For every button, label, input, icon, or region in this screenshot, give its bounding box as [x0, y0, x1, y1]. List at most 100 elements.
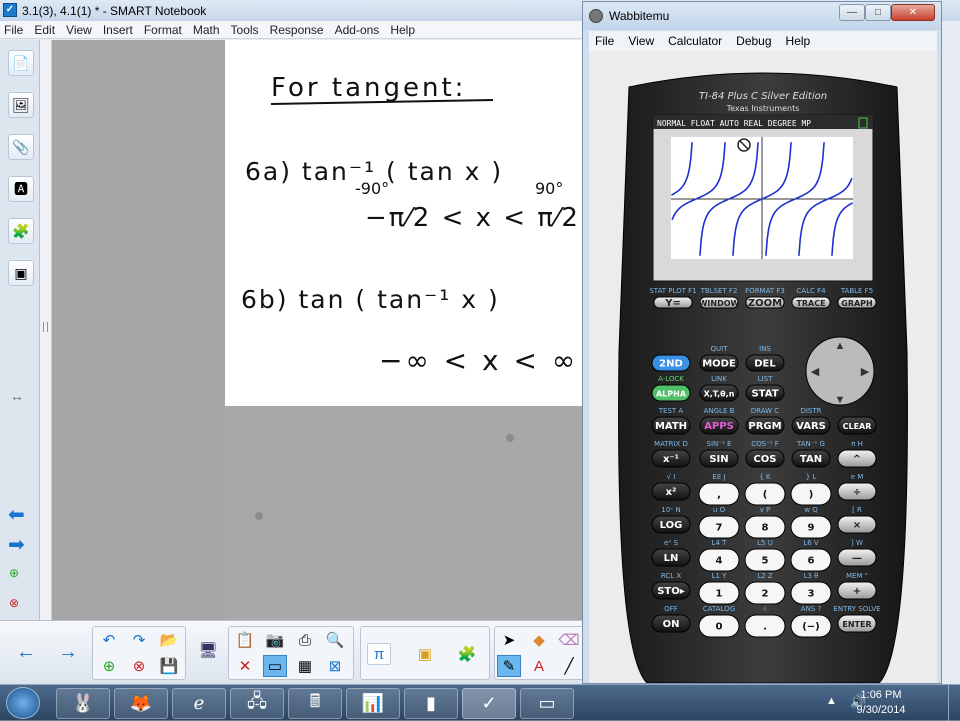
fn-key-1-label: WINDOW	[699, 299, 740, 308]
calculator-area: TI-84 Plus C Silver Edition Texas Instru…	[589, 51, 937, 684]
taskbar-monitor-icon[interactable]: 📊	[346, 688, 400, 719]
select-cursor-icon[interactable]: ➤	[497, 629, 521, 651]
previous-page-icon[interactable]: ⬅	[8, 502, 25, 527]
start-button[interactable]	[6, 687, 40, 719]
redo-icon[interactable]: ↷	[127, 629, 151, 651]
canvas-dot	[255, 512, 263, 520]
shapes-icon[interactable]: ◆	[527, 629, 551, 651]
drawing-tools-group: ➤ ◆ ⌫ ✎ A ╱	[494, 626, 585, 680]
screen-capture-icon[interactable]: 📷	[263, 629, 287, 651]
system-clock[interactable]: 1:06 PM 9/30/2014	[846, 688, 916, 718]
fn-top-label: TBLSET F2	[700, 287, 738, 295]
notebook-app-icon: ✓	[3, 3, 17, 17]
menu-tools[interactable]: Tools	[231, 23, 259, 37]
response-icon[interactable]: ▣	[8, 260, 34, 286]
row5-key-2-label: (	[763, 490, 768, 501]
row4-top-label: COS⁻¹ F	[751, 440, 779, 448]
fn-top-label: CALC F4	[796, 287, 826, 295]
properties-icon[interactable]: 🅰	[8, 176, 34, 202]
delete-page-icon[interactable]: ⊗	[9, 596, 27, 614]
taskbar-wabbitemu-icon[interactable]: ▭	[520, 688, 574, 719]
taskbar-network-icon[interactable]: 🖧	[230, 688, 284, 719]
taskbar-app-icon[interactable]: 🐰	[56, 688, 110, 719]
taskbar-firefox-icon[interactable]: 🦊	[114, 688, 168, 719]
response-toolbar-icon[interactable]: ▣	[413, 643, 437, 665]
wb-menu-help[interactable]: Help	[786, 34, 811, 48]
menu-addons[interactable]: Add-ons	[335, 23, 380, 37]
math-pi-button[interactable]: π	[367, 643, 391, 665]
wb-menu-file[interactable]: File	[595, 34, 614, 48]
menu-edit[interactable]: Edit	[34, 23, 55, 37]
menu-help[interactable]: Help	[390, 23, 415, 37]
next-page-icon[interactable]: ➡	[8, 532, 25, 557]
gallery-icon[interactable]: 🖼	[8, 92, 34, 118]
addons-puzzle-icon[interactable]: 🧩	[8, 218, 34, 244]
wb-menu-view[interactable]: View	[628, 34, 654, 48]
toolbar-next-icon[interactable]: →	[56, 641, 80, 663]
row3-top-label: ANGLE B	[704, 407, 735, 415]
row9-key-4-label: ENTER	[842, 620, 871, 629]
minimize-button[interactable]: —	[839, 4, 865, 21]
full-screen-icon[interactable]: ▭	[263, 655, 287, 677]
save-icon[interactable]: 💾	[157, 655, 181, 677]
close-window-button[interactable]: ✕	[891, 4, 935, 21]
maximize-button[interactable]: □	[865, 4, 891, 21]
taskbar-ie-icon[interactable]: ℯ	[172, 688, 226, 719]
row7-key-3-label: 6	[808, 556, 815, 567]
notebook-menu-bar: File Edit View Insert Format Math Tools …	[0, 21, 600, 39]
resize-arrows-icon[interactable]: ↔	[10, 388, 24, 404]
wabbitemu-app-icon	[589, 9, 603, 23]
row6-key-1-label: 7	[716, 523, 723, 534]
table-icon[interactable]: ▦	[293, 655, 317, 677]
side-panel-splitter[interactable]	[40, 40, 52, 620]
text-icon[interactable]: A	[527, 655, 551, 677]
zoom-icon[interactable]: 🔍	[323, 629, 347, 651]
attachments-icon[interactable]: 📎	[8, 134, 34, 160]
delete-icon[interactable]: ✕	[233, 655, 257, 677]
row5-key-3-label: )	[809, 490, 814, 501]
screen-shade-icon[interactable]: 🖥	[196, 639, 220, 661]
document-camera-icon[interactable]: ⎙	[293, 629, 317, 651]
undo-icon[interactable]: ↶	[97, 629, 121, 651]
problem-6b-range: −∞ < x < ∞	[379, 344, 578, 377]
show-desktop-button[interactable]	[948, 685, 960, 721]
row3-top-label: DISTR	[800, 407, 821, 415]
row5-key-1-label: ,	[717, 490, 721, 501]
add-page-toolbar-icon[interactable]: ⊕	[97, 655, 121, 677]
line-icon[interactable]: ╱	[557, 655, 581, 677]
delete-page-toolbar-icon[interactable]: ⊗	[127, 655, 151, 677]
wb-menu-calculator[interactable]: Calculator	[668, 34, 722, 48]
row3-key-0-label: MATH	[655, 421, 687, 432]
menu-file[interactable]: File	[4, 23, 23, 37]
add-page-icon[interactable]: ⊕	[9, 566, 27, 584]
row9-key-3-label: (−)	[802, 622, 820, 633]
addons-toolbar-icon[interactable]: 🧩	[455, 643, 479, 665]
close-box-icon[interactable]: ⊠	[323, 655, 347, 677]
menu-format[interactable]: Format	[144, 23, 182, 37]
canvas-background-lower	[225, 406, 585, 620]
row3-key-1-label: APPS	[704, 421, 734, 432]
page-sorter-icon[interactable]: 📄	[8, 50, 34, 76]
toolbar-previous-icon[interactable]: ←	[14, 641, 38, 663]
row4-key-4-label: ^	[853, 454, 861, 465]
tray-chevron-icon[interactable]: ▲	[826, 695, 837, 707]
taskbar-meter-icon[interactable]: ▮	[404, 688, 458, 719]
clock-time: 1:06 PM	[860, 689, 902, 701]
menu-view[interactable]: View	[66, 23, 92, 37]
menu-response[interactable]: Response	[270, 23, 324, 37]
taskbar-calculator-icon[interactable]: 🖩	[288, 688, 342, 719]
row4-top-label: MATRIX D	[654, 440, 688, 448]
row2-top-label: LINK	[711, 375, 727, 383]
wb-menu-debug[interactable]: Debug	[736, 34, 771, 48]
taskbar-smart-notebook-icon[interactable]: ✓	[462, 688, 516, 719]
menu-insert[interactable]: Insert	[103, 23, 133, 37]
row9-key-1-label: 0	[716, 622, 723, 633]
open-file-icon[interactable]: 📂	[157, 629, 181, 651]
menu-math[interactable]: Math	[193, 23, 220, 37]
row5-key-0-label: x²	[666, 487, 677, 498]
paste-icon[interactable]: 📋	[233, 629, 257, 651]
handwriting-layer: For tangent: 6a) tan⁻¹ ( tan x ) -90° 90…	[241, 73, 578, 377]
pens-icon[interactable]: ✎	[497, 655, 521, 677]
row8-key-1-label: 1	[716, 589, 723, 600]
eraser-icon[interactable]: ⌫	[557, 629, 581, 651]
